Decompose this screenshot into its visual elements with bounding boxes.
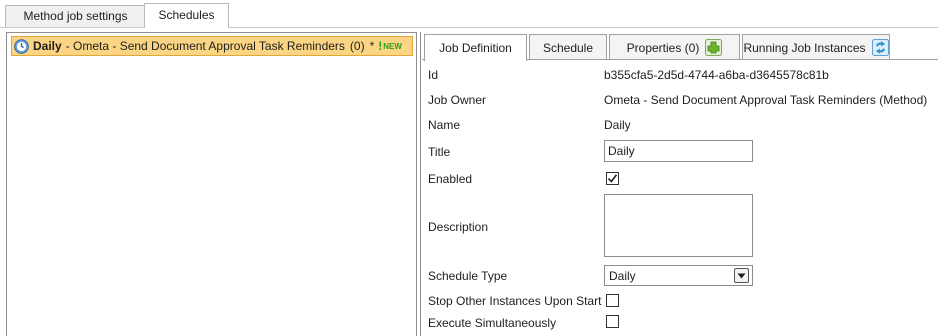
id-value: b355cfa5-2d5d-4744-a6ba-d3645578c81b bbox=[604, 68, 829, 82]
name-label: Name bbox=[428, 118, 461, 132]
tab-running-job-instances-label: Running Job Instances bbox=[743, 40, 866, 55]
schedule-description: - Ometa - Send Document Approval Task Re… bbox=[65, 39, 345, 53]
job-owner-label: Job Owner bbox=[428, 93, 487, 107]
schedule-list-item[interactable]: Daily - Ometa - Send Document Approval T… bbox=[11, 36, 413, 56]
description-label: Description bbox=[428, 220, 489, 234]
tab-properties[interactable]: Properties (0) bbox=[609, 34, 740, 60]
stop-other-label: Stop Other Instances Upon Start bbox=[428, 294, 602, 308]
tab-schedule-label: Schedule bbox=[542, 40, 594, 55]
tab-schedules[interactable]: Schedules bbox=[144, 3, 229, 28]
schedule-list: Daily - Ometa - Send Document Approval T… bbox=[6, 32, 417, 336]
outer-tab-strip: Method job settings Schedules bbox=[0, 0, 938, 28]
schedule-count: (0) bbox=[349, 39, 365, 53]
description-textarea[interactable] bbox=[604, 194, 753, 257]
tab-job-definition[interactable]: Job Definition bbox=[424, 34, 527, 61]
new-exclamation-icon: ! bbox=[378, 39, 383, 53]
refresh-icon bbox=[871, 39, 889, 56]
tab-strip-divider bbox=[0, 27, 938, 28]
schedule-type-select[interactable]: Daily bbox=[604, 265, 753, 286]
add-property-icon bbox=[705, 39, 723, 56]
name-value: Daily bbox=[604, 118, 631, 132]
tab-method-job-settings[interactable]: Method job settings bbox=[5, 5, 146, 28]
modified-marker: * bbox=[369, 39, 375, 53]
schedule-name: Daily bbox=[33, 39, 62, 53]
tab-properties-label: Properties (0) bbox=[626, 40, 700, 55]
job-owner-value: Ometa - Send Document Approval Task Remi… bbox=[604, 93, 928, 107]
id-label: Id bbox=[428, 68, 439, 82]
enabled-checkbox[interactable] bbox=[606, 172, 619, 185]
tab-running-job-instances[interactable]: Running Job Instances bbox=[742, 34, 890, 60]
enabled-label: Enabled bbox=[428, 172, 473, 186]
stop-other-checkbox[interactable] bbox=[606, 294, 619, 307]
tab-schedule[interactable]: Schedule bbox=[529, 34, 607, 60]
title-input[interactable] bbox=[604, 140, 753, 162]
tab-job-definition-label: Job Definition bbox=[439, 41, 512, 55]
schedule-clock-icon bbox=[14, 38, 29, 54]
checkmark-icon bbox=[607, 174, 618, 183]
new-badge: ! NEW bbox=[378, 39, 402, 53]
chevron-down-icon[interactable] bbox=[734, 268, 749, 283]
schedule-type-label: Schedule Type bbox=[428, 269, 508, 283]
schedule-type-value: Daily bbox=[609, 269, 636, 283]
title-label: Title bbox=[428, 145, 451, 159]
execute-simultaneously-checkbox[interactable] bbox=[606, 315, 619, 328]
execute-simultaneously-label: Execute Simultaneously bbox=[428, 316, 557, 330]
new-badge-text: NEW bbox=[383, 41, 402, 51]
